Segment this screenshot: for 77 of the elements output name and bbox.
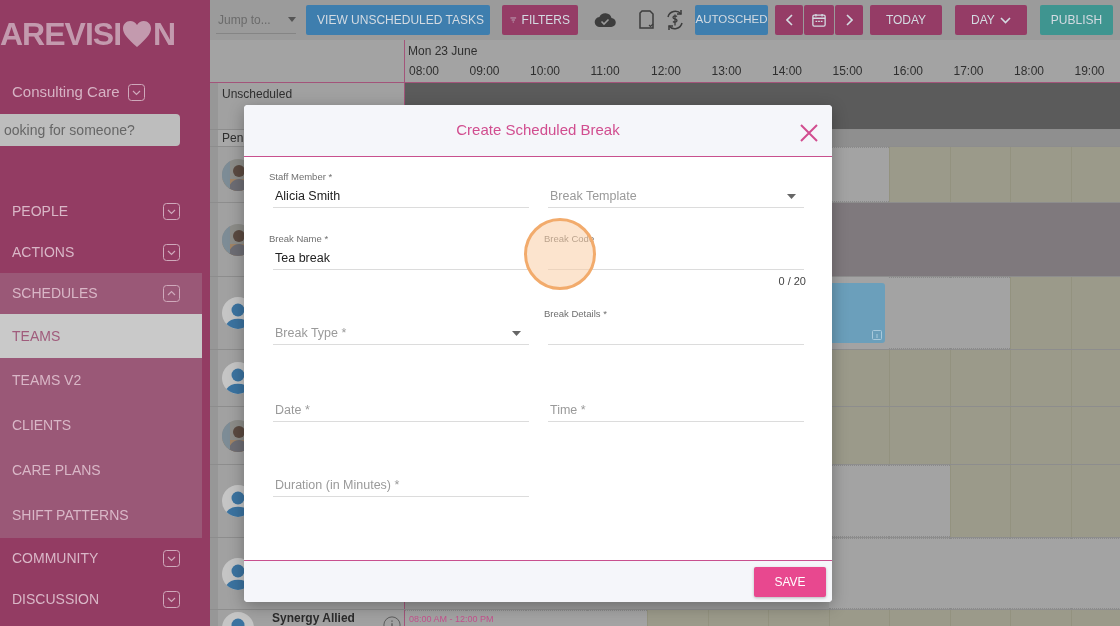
autoschedule-button[interactable]: AUTOSCHED (695, 5, 768, 35)
chevron-right-icon (845, 14, 853, 26)
sidebar-subitem[interactable]: CLIENTS (0, 403, 202, 448)
chevron-box-icon[interactable] (163, 591, 180, 608)
previous-button[interactable] (775, 5, 803, 35)
close-button[interactable] (798, 122, 820, 144)
field-label: Staff Member * (269, 170, 334, 184)
save-button[interactable]: SAVE (754, 566, 826, 597)
chevron-left-icon (785, 14, 793, 26)
field-label: Break Details * (544, 307, 608, 321)
sidebar-item[interactable]: SCHEDULES (0, 273, 202, 314)
chevron-down-icon (999, 16, 1011, 24)
caret-down-icon (512, 331, 521, 336)
staff-name: Synergy Allied (272, 612, 355, 625)
hour-label: 13:00 (711, 64, 742, 78)
input-field[interactable]: Alicia Smith (273, 184, 529, 208)
hour-label: 10:00 (530, 64, 561, 78)
sidebar-item-label: SCHEDULES (12, 284, 98, 303)
row-label: Unscheduled (222, 86, 293, 103)
chevron-box-icon[interactable] (163, 285, 180, 302)
dialog-title: Create Scheduled Break (456, 120, 620, 141)
sidebar-item[interactable]: DISCUSSION (0, 579, 202, 620)
input-field[interactable]: Date * (273, 398, 529, 422)
chevron-box-icon[interactable] (127, 83, 145, 101)
hour-label: 09:00 (469, 64, 500, 78)
publish-button[interactable]: PUBLISH (1040, 5, 1113, 35)
hour-label: 17:00 (953, 64, 984, 78)
hour-label: 12:00 (651, 64, 682, 78)
filters-button[interactable]: FILTERS (502, 5, 578, 35)
logo-text: N (153, 15, 176, 54)
hour-label: 15:00 (832, 64, 863, 78)
day-view-dropdown[interactable]: DAY (955, 5, 1027, 35)
character-counter: 0 / 20 (778, 275, 806, 287)
chevron-box-icon[interactable] (163, 244, 180, 261)
chevron-box-icon[interactable] (163, 550, 180, 567)
sidebar-item-label: DISCUSSION (12, 590, 100, 609)
sidebar-item[interactable]: PEOPLE (0, 191, 202, 232)
sidebar-subitem[interactable]: SHIFT PATTERNS (0, 493, 202, 538)
sidebar-item[interactable]: ACTIONS (0, 232, 202, 273)
hour-label: 14:00 (772, 64, 803, 78)
sidebar-item-label: ACTIONS (12, 243, 75, 262)
sidebar-item-label: COMMUNITY (12, 549, 99, 568)
hour-label: 19:00 (1074, 64, 1105, 78)
calendar-button[interactable] (804, 5, 834, 35)
currency-refresh-icon[interactable] (665, 9, 685, 31)
shift-time[interactable]: 08:00 AM - 12:00 PM (409, 613, 494, 626)
calendar-icon (812, 12, 826, 28)
search-field[interactable]: ooking for someone? (0, 114, 180, 146)
view-unscheduled-tasks-button[interactable]: VIEW UNSCHEDULED TASKS (306, 5, 490, 35)
sidebar-subitem[interactable]: TEAMS (0, 314, 202, 358)
logo-text: AREVISI (0, 15, 122, 54)
date-label: Mon 23 June (407, 43, 478, 60)
next-button[interactable] (835, 5, 863, 35)
hour-label: 16:00 (893, 64, 924, 78)
group-label: Pen (222, 130, 244, 147)
sidebar-subitem[interactable]: TEAMS V2 (0, 358, 202, 403)
hour-label: 08:00 (409, 64, 440, 78)
cloud-check-icon[interactable] (594, 12, 616, 28)
select-field[interactable]: Break Type * (273, 321, 529, 345)
caret-down-icon (787, 194, 796, 199)
input-field[interactable]: Tea break (273, 246, 529, 270)
caret-down-icon (288, 17, 296, 22)
today-button[interactable]: TODAY (870, 5, 942, 35)
hour-label: 18:00 (1014, 64, 1045, 78)
field-label: Break Name * (269, 232, 330, 246)
sidebar-subitem[interactable]: CARE PLANS (0, 448, 202, 493)
heart-icon (122, 20, 153, 48)
select-field[interactable]: Break Template (548, 184, 804, 208)
hour-label: 11:00 (590, 64, 620, 78)
sidebar-item-label: PEOPLE (12, 202, 69, 221)
input-field[interactable]: Duration (in Minutes) * (273, 473, 529, 497)
chevron-box-icon[interactable] (163, 203, 180, 220)
document-icon[interactable] (638, 10, 654, 30)
input-field[interactable]: Time * (548, 398, 804, 422)
close-icon (798, 122, 820, 144)
organisation-name: Consulting Care (12, 81, 120, 102)
sidebar-item[interactable]: COMMUNITY (0, 538, 202, 579)
